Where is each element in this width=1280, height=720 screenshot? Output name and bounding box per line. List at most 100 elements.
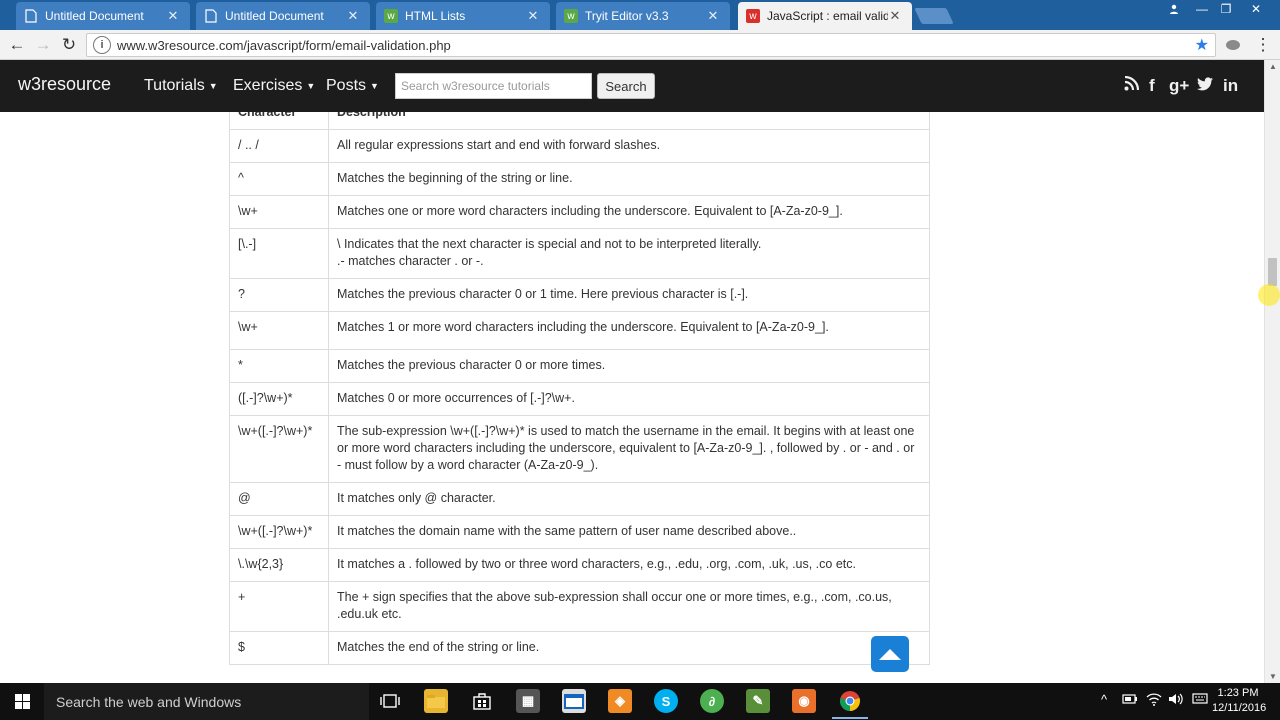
twitter-icon[interactable] (1197, 76, 1214, 96)
close-icon[interactable]: ✕ (346, 8, 360, 24)
regex-character: \.\w{2,3} (229, 548, 329, 582)
regex-description: It matches the domain name with the same… (328, 515, 930, 549)
regex-explanation-table: Character Description / .. / All regular… (229, 112, 930, 665)
keyboard-icon[interactable] (1192, 692, 1208, 707)
linkedin-icon[interactable]: in (1223, 76, 1238, 96)
reload-icon[interactable]: ↻ (58, 34, 80, 56)
battery-icon[interactable] (1122, 692, 1138, 709)
rss-icon[interactable] (1124, 75, 1140, 96)
close-icon[interactable]: ✕ (888, 8, 902, 24)
google-plus-icon[interactable]: g+ (1169, 76, 1189, 96)
menu-exercises[interactable]: Exercises ▼ (233, 77, 315, 95)
scrollbar-thumb[interactable] (1268, 258, 1277, 286)
regex-description: It matches a . followed by two or three … (328, 548, 930, 582)
regex-character: * (229, 349, 329, 383)
menu-icon[interactable]: ⋮ (1252, 34, 1274, 56)
regex-character: @ (229, 482, 329, 516)
new-tab-button[interactable] (914, 8, 954, 24)
url-text[interactable]: www.w3resource.com/javascript/form/email… (117, 38, 451, 53)
page-content: Character Description / .. / All regular… (0, 112, 1264, 683)
app-icon-green[interactable]: ∂ (700, 689, 724, 713)
regex-character: [\.-] (229, 228, 329, 279)
taskbar-search-box[interactable]: Search the web and Windows (44, 683, 369, 720)
close-window-icon[interactable]: ✕ (1242, 0, 1270, 18)
regex-description: Matches 1 or more word characters includ… (328, 311, 930, 350)
w3resource-icon: w (746, 9, 760, 23)
regex-description: All regular expressions start and end wi… (328, 129, 930, 163)
search-button[interactable]: Search (597, 73, 655, 99)
window-app-icon[interactable] (562, 689, 586, 713)
table-row: @ It matches only @ character. (229, 482, 930, 516)
regex-description: Matches one or more word characters incl… (328, 195, 930, 229)
tab-untitled-document-1[interactable]: Untitled Document ✕ (16, 2, 190, 30)
arrow-up-icon (879, 648, 901, 660)
page-icon (204, 9, 218, 23)
table-row: / .. / All regular expressions start and… (229, 129, 930, 163)
restore-icon[interactable]: ❐ (1212, 0, 1240, 18)
search-input[interactable] (395, 73, 592, 99)
tab-untitled-document-2[interactable]: Untitled Document ✕ (196, 2, 370, 30)
menu-posts[interactable]: Posts ▼ (326, 77, 379, 95)
table-row: \.\w{2,3} It matches a . followed by two… (229, 548, 930, 582)
regex-character: ^ (229, 162, 329, 196)
volume-icon[interactable] (1168, 692, 1184, 709)
close-icon[interactable]: ✕ (526, 8, 540, 24)
store-icon[interactable] (470, 689, 494, 713)
menu-tutorials[interactable]: Tutorials ▼ (144, 77, 218, 95)
forward-arrow-icon[interactable]: → (32, 34, 54, 56)
regex-character: \w+([.-]?\w+)* (229, 515, 329, 549)
regex-character: \w+ (229, 195, 329, 229)
regex-description: Matches 0 or more occurrences of [.-]?\w… (328, 382, 930, 416)
page-scrollbar[interactable]: ▲ ▼ (1264, 60, 1280, 683)
chrome-icon[interactable] (832, 689, 868, 719)
table-row: * Matches the previous character 0 or mo… (229, 349, 930, 383)
app-grid-icon[interactable]: ▦ (516, 689, 540, 713)
regex-description-line: \ Indicates that the next character is s… (337, 237, 762, 251)
w3schools-icon: w (384, 9, 398, 23)
file-explorer-icon[interactable] (424, 689, 448, 713)
facebook-icon[interactable]: f (1149, 76, 1155, 96)
table-row: $ Matches the end of the string or line. (229, 631, 930, 665)
column-header-character: Character (229, 112, 329, 130)
scroll-to-top-button[interactable] (871, 636, 909, 672)
start-button[interactable] (0, 683, 44, 720)
app-icon-orange[interactable]: ◈ (608, 689, 632, 713)
app-icon-square[interactable]: ◉ (792, 689, 816, 713)
bookmark-star-icon[interactable]: ★ (1195, 35, 1209, 55)
close-icon[interactable]: ✕ (166, 8, 180, 24)
address-bar[interactable]: i www.w3resource.com/javascript/form/ema… (86, 33, 1216, 57)
skype-icon[interactable]: S (654, 689, 678, 713)
back-arrow-icon[interactable]: ← (6, 34, 28, 56)
task-view-icon[interactable] (378, 689, 402, 713)
cursor-highlight (1258, 284, 1280, 306)
menu-label: Posts (326, 77, 367, 94)
site-logo[interactable]: w3resource (18, 74, 111, 95)
extension-icon[interactable] (1222, 34, 1244, 56)
scroll-up-arrow-icon[interactable]: ▲ (1269, 62, 1277, 71)
info-icon[interactable]: i (93, 36, 111, 54)
tab-title: Untitled Document (45, 9, 144, 23)
site-navbar: w3resource Tutorials ▼ Exercises ▼ Posts ▼ … (0, 60, 1264, 112)
show-hidden-icons-icon[interactable]: ^ (1101, 692, 1107, 707)
notepad-icon[interactable]: ✎ (746, 689, 770, 713)
regex-character: ([.-]?\w+)* (229, 382, 329, 416)
regex-description: The sub-expression \w+([.-]?\w+)* is use… (328, 415, 930, 483)
wifi-icon[interactable] (1146, 692, 1162, 709)
regex-character: \w+([.-]?\w+)* (229, 415, 329, 483)
tab-title: Tryit Editor v3.3 (585, 9, 669, 23)
show-desktop-button[interactable] (1266, 683, 1280, 720)
regex-character: \w+ (229, 311, 329, 350)
tab-tryit-editor[interactable]: w Tryit Editor v3.3 ✕ (556, 2, 730, 30)
table-row: \w+ Matches 1 or more word characters in… (229, 311, 930, 350)
user-profile-icon[interactable] (1160, 0, 1188, 18)
windows-logo-icon (14, 694, 30, 709)
close-icon[interactable]: ✕ (706, 8, 720, 24)
regex-description: Matches the end of the string or line. (328, 631, 930, 665)
tab-html-lists[interactable]: w HTML Lists ✕ (376, 2, 550, 30)
tab-javascript-email-validation[interactable]: w JavaScript : email validati ✕ (738, 2, 912, 30)
caret-down-icon: ▼ (208, 80, 218, 91)
taskbar-clock[interactable]: 1:23 PM 12/11/2016 (1212, 686, 1266, 716)
regex-description: Matches the beginning of the string or l… (328, 162, 930, 196)
clock-time: 1:23 PM (1217, 687, 1259, 699)
scroll-down-arrow-icon[interactable]: ▼ (1269, 672, 1277, 681)
